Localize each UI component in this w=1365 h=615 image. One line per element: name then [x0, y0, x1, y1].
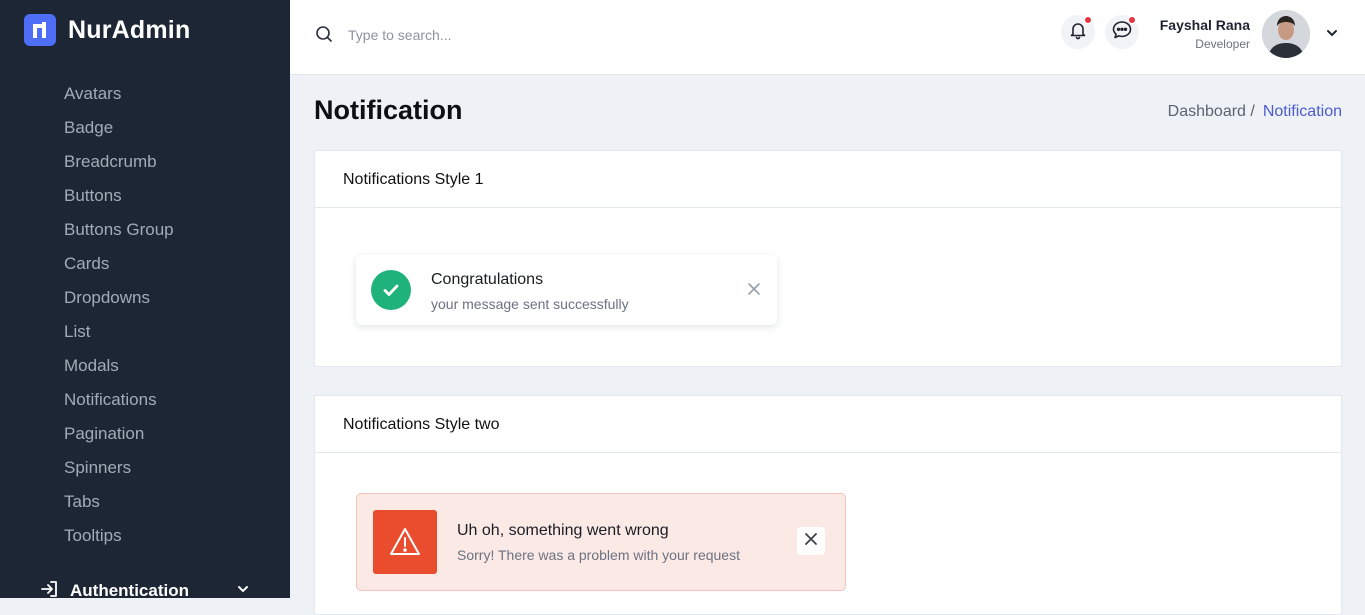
card-title: Notifications Style 1 [315, 151, 1341, 208]
sidebar-item-tooltips[interactable]: Tooltips [0, 519, 290, 553]
sidebar-section-authentication[interactable]: Authentication [40, 578, 250, 598]
toast-message: your message sent successfully [431, 296, 629, 312]
brand[interactable]: NurAdmin [24, 14, 190, 46]
message-dot [1128, 16, 1136, 24]
chevron-down-icon[interactable] [1325, 26, 1339, 45]
notification-style-two-card: Notifications Style two Uh oh, something… [314, 395, 1342, 615]
toast-title: Uh oh, something went wrong [457, 522, 669, 539]
notifications-button[interactable] [1061, 15, 1095, 49]
sidebar-item-cards[interactable]: Cards [0, 247, 290, 281]
search-input[interactable] [348, 22, 648, 48]
sidebar: NurAdmin Avatars Badge Breadcrumb Button… [0, 0, 290, 598]
sidebar-item-avatars[interactable]: Avatars [0, 77, 290, 111]
notification-dot [1084, 16, 1092, 24]
sidebar-item-breadcrumb[interactable]: Breadcrumb [0, 145, 290, 179]
toast-title: Congratulations [431, 271, 544, 288]
sidebar-item-list[interactable]: List [0, 315, 290, 349]
error-toast: Uh oh, something went wrong Sorry! There… [356, 493, 846, 591]
close-icon[interactable] [746, 281, 762, 302]
toast-message: Sorry! There was a problem with your req… [457, 547, 740, 563]
sidebar-item-tabs[interactable]: Tabs [0, 485, 290, 519]
breadcrumb-current: Notification [1262, 103, 1342, 120]
sidebar-section-label: Authentication [70, 581, 189, 598]
sidebar-item-buttons[interactable]: Buttons [0, 179, 290, 213]
sidebar-item-dropdowns[interactable]: Dropdowns [0, 281, 290, 315]
breadcrumb-home-link[interactable]: Dashboard / [1168, 103, 1255, 121]
success-toast: Congratulations your message sent succes… [356, 255, 777, 325]
search-icon[interactable] [314, 24, 334, 49]
login-icon [40, 579, 60, 599]
sidebar-item-buttons-group[interactable]: Buttons Group [0, 213, 290, 247]
topbar: Fayshal Rana Developer [290, 0, 1365, 75]
sidebar-nav: Avatars Badge Breadcrumb Buttons Buttons… [0, 77, 290, 553]
sidebar-item-badge[interactable]: Badge [0, 111, 290, 145]
brand-logo-icon [24, 14, 56, 46]
user-name[interactable]: Fayshal Rana [1160, 17, 1250, 33]
sidebar-item-pagination[interactable]: Pagination [0, 417, 290, 451]
warning-icon [373, 510, 437, 574]
user-role: Developer [1195, 37, 1250, 51]
sidebar-item-notifications[interactable]: Notifications [0, 383, 290, 417]
chevron-down-icon[interactable] [236, 581, 250, 598]
card-title: Notifications Style two [315, 396, 1341, 453]
check-icon [371, 270, 411, 310]
page-title: Notification [314, 95, 463, 125]
brand-name: NurAdmin [68, 15, 191, 44]
messages-button[interactable] [1105, 15, 1139, 49]
close-button[interactable] [797, 527, 825, 555]
close-icon [803, 531, 819, 552]
sidebar-item-modals[interactable]: Modals [0, 349, 290, 383]
avatar[interactable] [1262, 10, 1310, 58]
breadcrumb: Dashboard / Notification [1168, 103, 1342, 121]
notification-style-1-card: Notifications Style 1 Congratulations yo… [314, 150, 1342, 367]
sidebar-item-spinners[interactable]: Spinners [0, 451, 290, 485]
